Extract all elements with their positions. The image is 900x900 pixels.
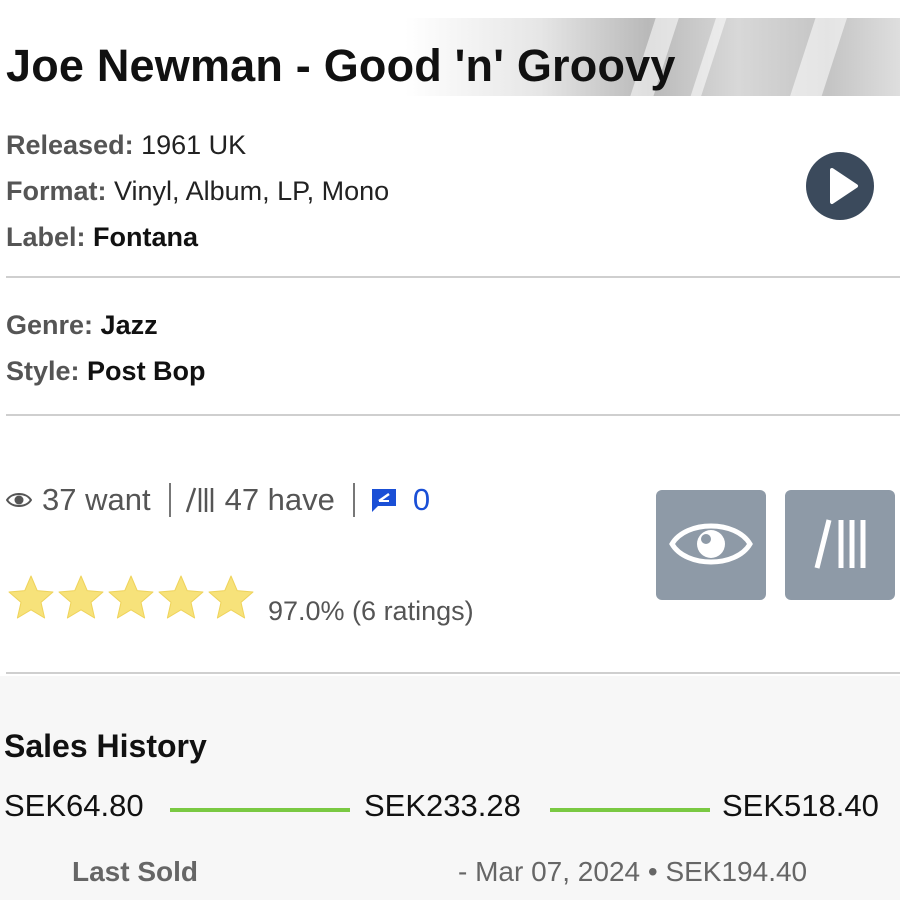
separator <box>352 483 355 517</box>
released-label: Released: <box>6 130 134 160</box>
genre-style-block: Genre: Jazz Style: Post Bop <box>6 302 206 394</box>
star-icon[interactable] <box>56 573 106 623</box>
last-sold-value: - Mar 07, 2024 • SEK194.40 <box>458 856 808 887</box>
release-details: Released: 1961 UK Format: Vinyl, Album, … <box>6 122 389 260</box>
format-value: Vinyl, Album, LP, Mono <box>114 176 390 206</box>
rating-text: 97.0% (6 ratings) <box>268 596 474 626</box>
released-row: Released: 1961 UK <box>6 122 389 168</box>
sales-history-section: Sales History SEK64.80 SEK233.28 SEK518.… <box>0 676 900 900</box>
sales-history-title: Sales History <box>4 728 207 764</box>
star-icon[interactable] <box>156 573 206 623</box>
style-value-link[interactable]: Post Bop <box>87 356 206 386</box>
released-value: 1961 UK <box>141 130 247 160</box>
star-icon[interactable] <box>6 573 56 623</box>
play-button[interactable] <box>806 152 874 220</box>
style-label: Style: <box>6 356 80 386</box>
price-range-line <box>170 808 350 812</box>
price-median: SEK233.28 <box>364 788 521 823</box>
label-value-link[interactable]: Fontana <box>93 222 198 252</box>
genre-value-link[interactable]: Jazz <box>101 310 158 340</box>
star-icon[interactable] <box>206 573 256 623</box>
eye-icon <box>669 523 753 565</box>
genre-row: Genre: Jazz <box>6 302 206 348</box>
separator <box>168 483 171 517</box>
label-label: Label: <box>6 222 86 252</box>
star-rating[interactable] <box>6 573 256 623</box>
page-title: Joe Newman - Good 'n' Groovy <box>6 40 676 91</box>
eye-icon <box>6 493 32 507</box>
format-label: Format: <box>6 176 107 206</box>
last-sold-label: Last Sold <box>72 856 199 887</box>
divider <box>6 414 900 416</box>
collection-lines-icon <box>814 519 866 569</box>
rating: 97.0% (6 ratings) <box>6 568 474 627</box>
collection-lines-icon <box>185 487 213 513</box>
star-icon[interactable] <box>106 573 156 623</box>
price-low: SEK64.80 <box>4 788 144 823</box>
add-to-wantlist-button[interactable] <box>656 490 766 600</box>
comment-count[interactable]: 0 <box>413 482 430 518</box>
have-count[interactable]: 47 have <box>225 482 335 518</box>
want-count[interactable]: 37 want <box>42 482 151 518</box>
genre-label: Genre: <box>6 310 94 340</box>
community-stats: 37 want 47 have 0 <box>6 478 430 522</box>
play-icon <box>830 168 858 204</box>
label-row: Label: Fontana <box>6 214 389 260</box>
divider <box>6 672 900 674</box>
divider <box>6 276 900 278</box>
comment-icon <box>371 489 396 512</box>
price-high: SEK518.40 <box>722 788 879 823</box>
price-range-line <box>550 808 710 812</box>
style-row: Style: Post Bop <box>6 348 206 394</box>
format-row: Format: Vinyl, Album, LP, Mono <box>6 168 389 214</box>
add-to-collection-button[interactable] <box>785 490 895 600</box>
